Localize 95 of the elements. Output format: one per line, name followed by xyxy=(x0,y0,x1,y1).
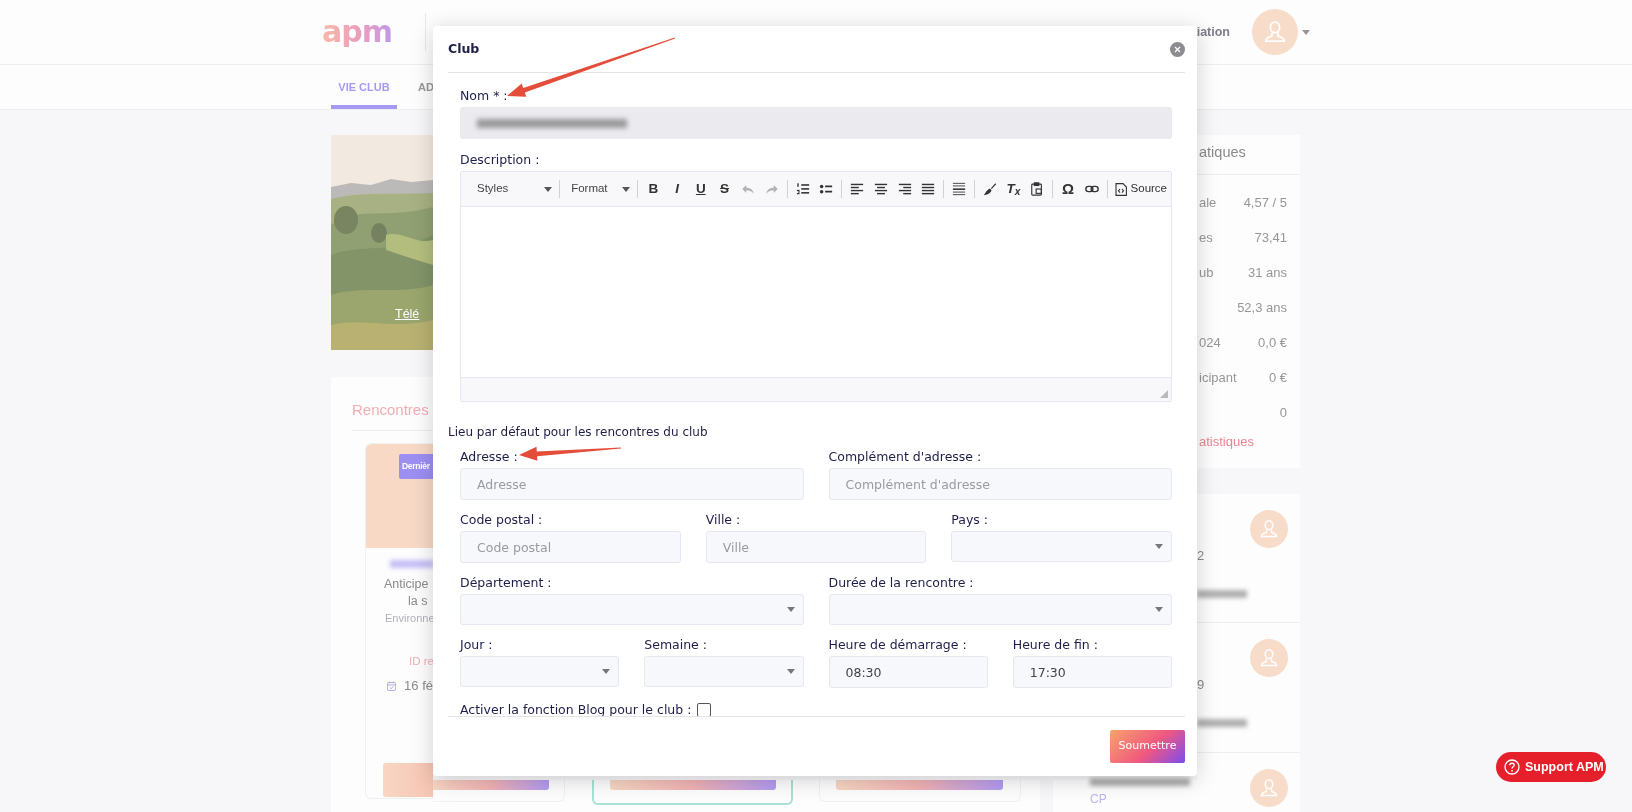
card-button[interactable] xyxy=(610,780,776,790)
blurred-text xyxy=(1197,590,1247,598)
field-label: Code postal : xyxy=(460,511,543,529)
dropdown[interactable] xyxy=(460,594,804,625)
bulleted-list-icon[interactable] xyxy=(819,182,834,196)
input-field[interactable]: Code postal xyxy=(460,531,681,563)
field-label: Heure de démarrage : xyxy=(828,636,967,654)
card-button[interactable] xyxy=(433,780,549,790)
event-category: Environne xyxy=(384,611,433,626)
justify-icon[interactable] xyxy=(921,182,936,196)
field-label: Activer la fonction Blog pour le club : xyxy=(460,701,692,716)
card-button[interactable] xyxy=(836,780,1003,790)
format-dropdown[interactable]: Format xyxy=(563,177,635,201)
paste-icon[interactable] xyxy=(1030,182,1045,196)
stat-value: 52,3 ans xyxy=(1237,298,1287,317)
caret-icon xyxy=(544,186,553,192)
field-label: Heure de fin : xyxy=(1012,636,1098,654)
field-label: Adresse : xyxy=(460,448,518,466)
stat-value: 73,41 xyxy=(1254,228,1287,247)
dropdown[interactable] xyxy=(951,531,1172,562)
modal-title: Club xyxy=(448,39,480,58)
section-title: Rencontres xyxy=(351,400,430,420)
align-left-icon[interactable] xyxy=(850,182,865,196)
caret-icon xyxy=(1155,544,1163,549)
close-icon[interactable] xyxy=(1170,41,1185,57)
card-button[interactable] xyxy=(383,763,433,798)
stat-value: 0 xyxy=(1279,403,1287,422)
avatar-icon xyxy=(1250,510,1288,548)
stat-label: es xyxy=(1199,228,1213,247)
resize-handle-icon[interactable] xyxy=(1160,390,1168,398)
blurred-text xyxy=(390,560,434,568)
dropdown[interactable] xyxy=(644,656,804,687)
field-label: Ville : xyxy=(705,511,741,529)
event-date: 16 fé xyxy=(404,676,433,695)
numbered-list-icon[interactable] xyxy=(795,182,810,196)
caret-icon xyxy=(602,669,611,674)
event-id: ID re xyxy=(408,653,433,669)
account-name: iation xyxy=(1196,23,1230,41)
support-button[interactable]: Support APM xyxy=(1496,752,1606,782)
field-label: Département : xyxy=(460,574,552,592)
help-icon xyxy=(1504,759,1520,775)
caret-icon xyxy=(786,669,795,674)
section-title: Lieu par défaut pour les rencontres du club xyxy=(448,424,709,441)
align-center-icon[interactable] xyxy=(873,182,888,196)
strikethrough-button[interactable]: S xyxy=(712,177,737,201)
avatar-icon[interactable] xyxy=(1252,9,1298,55)
caret-icon xyxy=(622,186,631,192)
clear-format-button[interactable]: T$_{x}$ xyxy=(1001,177,1026,201)
input-field[interactable]: 08:30 xyxy=(828,656,988,688)
event-title: Anticipe xyxy=(383,576,430,593)
blurred-text xyxy=(1197,719,1247,727)
field-label: Jour : xyxy=(460,636,493,654)
field-label: Pays : xyxy=(951,511,989,529)
underline-button[interactable]: U xyxy=(688,177,713,201)
member-text: 9 xyxy=(1197,677,1206,693)
stat-label: 024 xyxy=(1199,333,1221,352)
stat-value: 0 € xyxy=(1268,368,1287,387)
calendar-icon xyxy=(387,678,397,693)
caret-icon xyxy=(1155,607,1163,612)
italic-button[interactable]: I xyxy=(665,177,689,201)
special-character-button[interactable]: Ω xyxy=(1056,177,1080,201)
checkbox[interactable] xyxy=(697,703,712,716)
caret-icon xyxy=(786,607,795,612)
field-label: Complément d'adresse : xyxy=(828,448,982,466)
input-field[interactable]: Ville xyxy=(705,531,927,563)
stat-value: 4,57 / 5 xyxy=(1243,193,1287,212)
field-label: Nom * : xyxy=(460,87,508,105)
input-field[interactable]: 17:30 xyxy=(1012,656,1172,688)
input-field[interactable]: Adresse xyxy=(460,468,804,500)
source-button[interactable]: Source xyxy=(1110,177,1171,201)
stat-label: ub xyxy=(1199,263,1214,282)
bold-button[interactable]: B xyxy=(641,177,666,201)
dropdown[interactable] xyxy=(460,656,620,687)
member-text: 2 xyxy=(1197,548,1206,564)
field-label: Durée de la rencontre : xyxy=(828,574,974,592)
stat-label: ale xyxy=(1199,193,1217,212)
field-label: Description : xyxy=(460,151,540,169)
document-icon xyxy=(1114,182,1127,196)
horizontal-line-icon[interactable] xyxy=(952,182,967,196)
input-field[interactable] xyxy=(460,107,1172,139)
avatar-icon xyxy=(1250,769,1288,807)
brush-icon[interactable] xyxy=(982,182,997,196)
dropdown[interactable] xyxy=(828,594,1172,625)
stat-value: 31 ans xyxy=(1247,263,1287,282)
caret-icon xyxy=(1302,29,1310,35)
stat-value: 0,0 € xyxy=(1258,333,1287,352)
event-title: la s xyxy=(407,593,429,610)
event-badge: Dernièr xyxy=(399,454,434,479)
align-right-icon[interactable] xyxy=(897,182,912,196)
avatar-icon xyxy=(1250,639,1288,677)
field-label: Semaine : xyxy=(644,636,707,654)
styles-dropdown[interactable]: Styles xyxy=(469,177,557,201)
member-role: CP xyxy=(1090,791,1108,808)
stat-label: icipant xyxy=(1199,368,1237,387)
input-field[interactable]: Complément d'adresse xyxy=(828,468,1172,500)
